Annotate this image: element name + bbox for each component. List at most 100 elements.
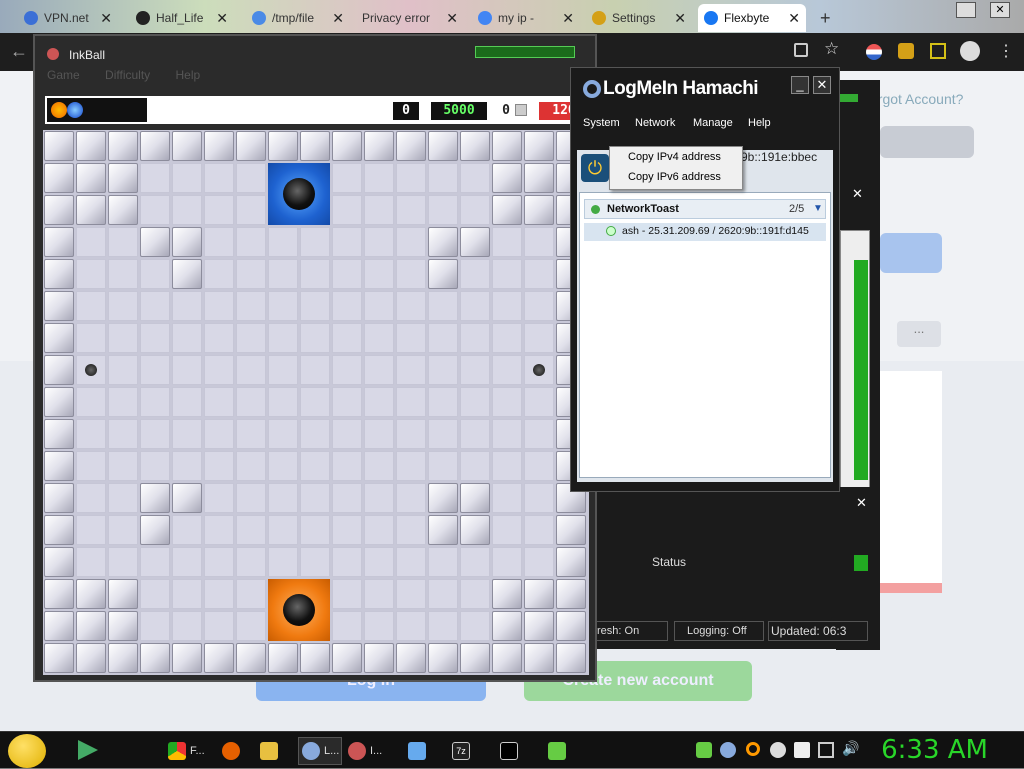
window-controls[interactable]: [475, 46, 575, 58]
taskbar-item-app[interactable]: [548, 737, 570, 765]
tab-tmp-file[interactable]: /tmp/file ✕: [246, 4, 350, 32]
floor-tile: [140, 291, 170, 321]
menu-system[interactable]: System: [583, 117, 620, 129]
wall-tile: [460, 227, 490, 257]
close-icon[interactable]: ✕: [446, 10, 458, 27]
scroll-icon[interactable]: [854, 555, 868, 571]
input-field[interactable]: [880, 126, 974, 158]
bookmark-star-icon[interactable]: ☆: [824, 39, 839, 59]
close-icon[interactable]: ✕: [100, 10, 112, 27]
floor-tile: [172, 547, 202, 577]
start-smiley-icon[interactable]: [8, 734, 46, 768]
tab-my-ip[interactable]: my ip - ✕: [472, 4, 580, 32]
new-tab-button[interactable]: +: [814, 4, 838, 32]
menu-difficulty[interactable]: Difficulty: [105, 68, 150, 82]
tray-network-icon[interactable]: [818, 742, 834, 758]
wall-tile: [396, 643, 426, 673]
floor-tile: [364, 227, 394, 257]
wall-tile: [364, 131, 394, 161]
taskbar-item-files[interactable]: [260, 737, 282, 765]
floor-tile: [524, 227, 554, 257]
game-board[interactable]: [43, 130, 589, 675]
floor-tile: [140, 451, 170, 481]
login-button-partial[interactable]: [880, 233, 942, 273]
wall-tile: [428, 131, 458, 161]
taskbar-item-explorer[interactable]: [408, 737, 430, 765]
chevron-down-icon[interactable]: ▼: [813, 203, 823, 214]
floor-tile: [204, 579, 234, 609]
wall-tile: [556, 579, 586, 609]
more-menu-icon[interactable]: ⋮: [998, 41, 1014, 61]
close-window-button[interactable]: ✕: [990, 2, 1010, 18]
tray-frog-icon[interactable]: [696, 742, 712, 758]
tray-chat-icon[interactable]: [770, 742, 786, 758]
wall-tile: [460, 515, 490, 545]
taskbar-item-chrome[interactable]: F...: [168, 737, 210, 765]
forgot-account-link[interactable]: orgot Account?: [870, 91, 963, 107]
copy-ipv4-item[interactable]: Copy IPv4 address: [610, 147, 742, 167]
scrollbar[interactable]: [854, 260, 868, 480]
taskbar-item-firefox[interactable]: [222, 737, 244, 765]
close-icon[interactable]: ✕: [562, 10, 574, 27]
wall-tile: [492, 643, 522, 673]
tray-hamachi-icon[interactable]: [720, 742, 736, 758]
menu-help[interactable]: Help: [176, 68, 201, 82]
floor-tile: [236, 163, 266, 193]
tab-privacy-error[interactable]: Privacy error ✕: [356, 4, 464, 32]
ipv6-address[interactable]: 9b::191e:bbec: [741, 150, 817, 164]
taskbar-item-inkball[interactable]: I...: [348, 737, 390, 765]
menu-game[interactable]: Game: [47, 68, 80, 82]
wall-tile: [524, 131, 554, 161]
sidebar-icon[interactable]: [930, 43, 946, 59]
clock[interactable]: 6:33 AM: [881, 732, 988, 769]
taskbar-item-7zip[interactable]: 7z: [452, 737, 474, 765]
close-icon[interactable]: ✕: [788, 10, 800, 27]
close-icon[interactable]: ✕: [856, 495, 867, 511]
wall-tile: [268, 643, 298, 673]
launcher-icon[interactable]: [78, 740, 98, 760]
profile-avatar-icon[interactable]: [960, 41, 980, 61]
network-list[interactable]: NetworkToast 2/5 ▼ ash - 25.31.209.69 / …: [579, 192, 831, 478]
wall-tile: [428, 643, 458, 673]
close-icon[interactable]: ✕: [674, 10, 686, 27]
floor-tile: [396, 387, 426, 417]
taskbar-item-terminal[interactable]: [500, 737, 522, 765]
score-bar: 0 5000 0 120: [45, 96, 589, 124]
floor-tile: [204, 323, 234, 353]
wall-tile: [44, 515, 74, 545]
floor-tile: [332, 547, 362, 577]
more-options-button[interactable]: ...: [897, 321, 941, 347]
power-button[interactable]: ⏻: [581, 154, 609, 182]
copy-ipv6-item[interactable]: Copy IPv6 address: [610, 167, 742, 187]
tray-flag-icon[interactable]: [794, 742, 810, 758]
share-icon[interactable]: [794, 43, 808, 57]
floor-tile: [524, 387, 554, 417]
extension-flag-icon[interactable]: [866, 44, 882, 60]
tab-half-life[interactable]: Half_Life ✕: [130, 4, 234, 32]
back-arrow-icon[interactable]: ←: [10, 41, 28, 62]
floor-tile: [204, 419, 234, 449]
menu-manage[interactable]: Manage: [693, 117, 733, 129]
close-icon[interactable]: ✕: [332, 10, 344, 27]
floor-tile: [108, 259, 138, 289]
menu-network[interactable]: Network: [635, 117, 675, 129]
close-button[interactable]: ✕: [813, 76, 831, 94]
taskbar-item-hamachi[interactable]: L...: [298, 737, 342, 765]
floor-tile: [140, 259, 170, 289]
tab-settings[interactable]: Settings ✕: [586, 4, 692, 32]
puzzle-icon[interactable]: [898, 43, 914, 59]
wall-tile: [172, 643, 202, 673]
minimize-button[interactable]: _: [791, 76, 809, 94]
close-icon[interactable]: ✕: [216, 10, 228, 27]
floor-tile: [428, 611, 458, 641]
tray-volume-icon[interactable]: 🔊: [842, 740, 859, 757]
network-row[interactable]: NetworkToast 2/5 ▼: [584, 199, 826, 219]
restore-window-button[interactable]: [956, 2, 976, 18]
wall-tile: [236, 131, 266, 161]
tray-search-icon[interactable]: [746, 742, 760, 756]
close-icon[interactable]: ✕: [852, 186, 863, 202]
tab-flexbyte[interactable]: Flexbyte ✕: [698, 4, 806, 32]
peer-row[interactable]: ash - 25.31.209.69 / 2620:9b::191f:d145: [584, 223, 826, 241]
tab-vpn[interactable]: VPN.net ✕: [18, 4, 118, 32]
menu-help[interactable]: Help: [748, 117, 771, 129]
